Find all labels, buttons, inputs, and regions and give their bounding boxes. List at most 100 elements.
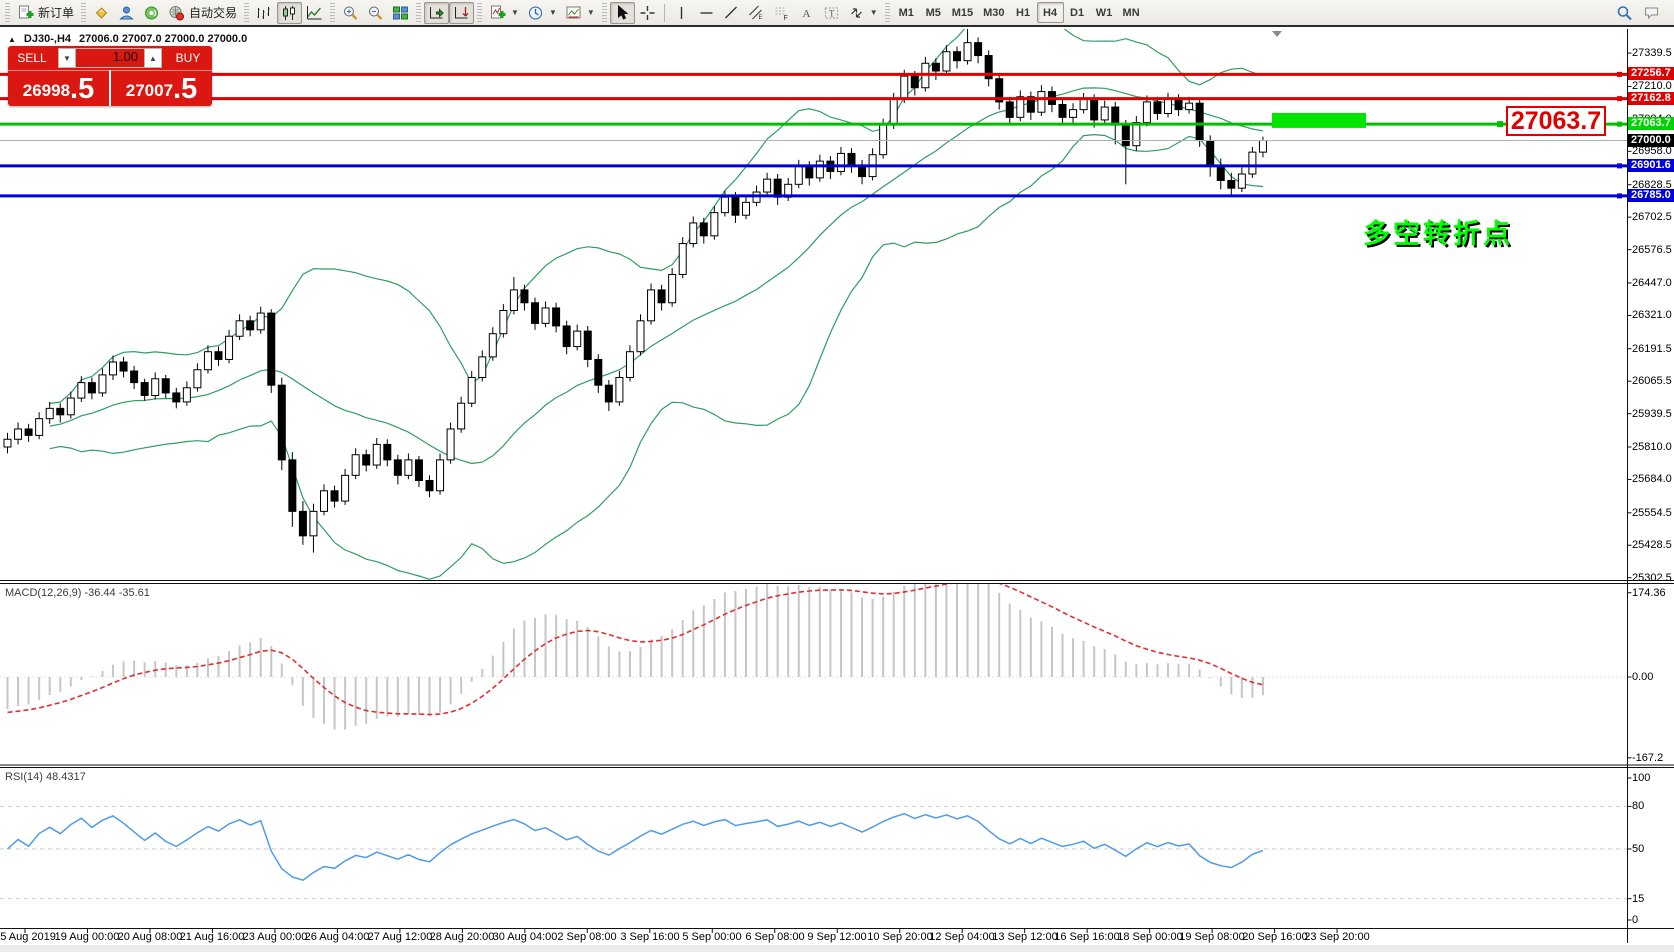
auto-scroll-icon — [428, 5, 445, 21]
fibonacci-tool-button[interactable]: F — [769, 2, 794, 24]
toolbar-grip[interactable] — [244, 3, 249, 23]
autotrade-label: 自动交易 — [189, 4, 237, 21]
toolbar-grip[interactable] — [602, 3, 607, 23]
autotrade-button[interactable]: 自动交易 — [164, 2, 241, 24]
horizontal-line-tool-button[interactable] — [694, 2, 719, 24]
volume-input[interactable]: 1.00 — [76, 48, 144, 68]
price-chart — [0, 0, 1674, 952]
profile-button[interactable] — [114, 2, 139, 24]
indicators-icon — [489, 5, 506, 21]
tile-windows-button[interactable] — [388, 2, 413, 24]
toolbar-grip[interactable] — [477, 3, 482, 23]
periods-menu-button[interactable]: ▼ — [523, 2, 561, 24]
macd-tick-label: 174.36 — [1632, 587, 1674, 599]
svg-text:A: A — [802, 8, 810, 20]
timeframe-button-m15[interactable]: M15 — [947, 2, 978, 23]
text-label-tool-button[interactable]: T — [819, 2, 844, 24]
rsi-tick-label: 0 — [1632, 914, 1674, 926]
price-tick-label: 26191.5 — [1632, 343, 1674, 355]
templates-menu-button[interactable]: ▼ — [561, 2, 599, 24]
volume-decrease-button[interactable]: ▼ — [58, 48, 76, 68]
panel-collapse-icon[interactable]: ▲ — [8, 35, 16, 44]
chat-icon[interactable] — [1643, 5, 1660, 21]
buy-button[interactable]: BUY — [164, 46, 212, 70]
trendline-icon — [723, 5, 740, 21]
cursor-tool-button[interactable] — [610, 2, 635, 24]
crosshair-tool-button[interactable] — [635, 2, 660, 24]
timeframe-button-m5[interactable]: M5 — [920, 2, 947, 23]
price-tick-label: 26065.5 — [1632, 375, 1674, 387]
line-chart-icon — [306, 5, 323, 21]
window-bottom-strip — [0, 945, 1674, 952]
channel-tool-button[interactable]: E — [744, 2, 769, 24]
zoom-in-button[interactable] — [338, 2, 363, 24]
price-level-label: 27162.8 — [1628, 92, 1674, 105]
price-tick-label: 25554.5 — [1632, 507, 1674, 519]
turning-point-annotation[interactable]: 多空转折点 — [1363, 212, 1513, 251]
sell-button[interactable]: SELL — [8, 46, 56, 70]
new-order-icon — [17, 5, 34, 21]
price-tick-label: 25939.5 — [1632, 408, 1674, 420]
vertical-line-tool-button[interactable] — [669, 2, 694, 24]
dropdown-caret-icon: ▼ — [587, 8, 595, 17]
zoom-in-icon — [342, 5, 359, 21]
toolbar-grip[interactable] — [5, 3, 10, 23]
signal-orb-icon — [143, 5, 160, 21]
price-tick-label: 26321.0 — [1632, 309, 1674, 321]
main-toolbar: 新订单 自动交易 — [0, 0, 1674, 27]
dropdown-caret-icon: ▼ — [870, 8, 878, 17]
toolbar-grip[interactable] — [330, 3, 335, 23]
candlestick-mode-button[interactable] — [277, 2, 302, 24]
timeframe-button-mn[interactable]: MN — [1118, 2, 1145, 23]
arrows-menu-button[interactable]: ▼ — [844, 2, 882, 24]
dropdown-caret-icon: ▼ — [511, 8, 519, 17]
cursor-icon — [614, 5, 631, 21]
toolbar-grip[interactable] — [81, 3, 86, 23]
search-icon[interactable] — [1616, 5, 1633, 21]
bar-chart-mode-button[interactable] — [252, 2, 277, 24]
timeframe-button-m1[interactable]: M1 — [893, 2, 920, 23]
price-tick-label: 25428.5 — [1632, 539, 1674, 551]
chart-shift-button[interactable] — [449, 2, 474, 24]
rsi-tick-label: 50 — [1632, 843, 1674, 855]
vertical-line-icon — [673, 5, 690, 21]
line-chart-mode-button[interactable] — [302, 2, 327, 24]
auto-scroll-button[interactable] — [424, 2, 449, 24]
signals-button[interactable] — [139, 2, 164, 24]
zoom-out-button[interactable] — [363, 2, 388, 24]
price-tick-label: 27210.0 — [1632, 80, 1674, 92]
chart-shift-icon — [453, 5, 470, 21]
one-click-trading-panel: SELL ▼ 1.00 ▲ BUY 26998 .5 27007 .5 — [8, 46, 212, 106]
buy-price-button[interactable]: 27007 .5 — [111, 70, 212, 106]
fibonacci-icon: F — [773, 5, 790, 21]
timeframe-button-h4[interactable]: H4 — [1037, 2, 1064, 23]
timeframe-button-h1[interactable]: H1 — [1010, 2, 1037, 23]
text-icon: A — [798, 5, 815, 21]
svg-text:F: F — [783, 15, 787, 21]
chart-window: ▲ DJ30-,H4 27006.0 27007.0 27000.0 27000… — [0, 29, 1674, 952]
toolbar-grip[interactable] — [885, 3, 890, 23]
timeframe-button-d1[interactable]: D1 — [1064, 2, 1091, 23]
bar-chart-icon — [256, 5, 273, 21]
ohlc-values: 27006.0 27007.0 27000.0 27000.0 — [79, 33, 247, 45]
price-tick-label: 27339.5 — [1632, 47, 1674, 59]
new-order-label: 新订单 — [38, 4, 74, 21]
crosshair-icon — [639, 5, 656, 21]
sell-price-frac: .5 — [70, 74, 94, 104]
timeframe-button-w1[interactable]: W1 — [1091, 2, 1118, 23]
market-watch-button[interactable] — [89, 2, 114, 24]
sell-price-button[interactable]: 26998 .5 — [8, 70, 109, 106]
price-flag-label[interactable]: 27063.7 — [1506, 106, 1606, 136]
trendline-tool-button[interactable] — [719, 2, 744, 24]
indicators-menu-button[interactable]: ▼ — [485, 2, 523, 24]
new-order-button[interactable]: 新订单 — [13, 2, 78, 24]
sell-price-int: 26998 — [23, 78, 70, 104]
price-level-label: 27063.7 — [1628, 117, 1674, 130]
text-tool-button[interactable]: A — [794, 2, 819, 24]
timeframe-button-m30[interactable]: M30 — [978, 2, 1009, 23]
rsi-tick-label: 80 — [1632, 800, 1674, 812]
macd-tick-label: -167.2 — [1632, 752, 1674, 764]
toolbar-grip[interactable] — [416, 3, 421, 23]
templates-icon — [565, 5, 582, 21]
volume-increase-button[interactable]: ▲ — [144, 48, 162, 68]
